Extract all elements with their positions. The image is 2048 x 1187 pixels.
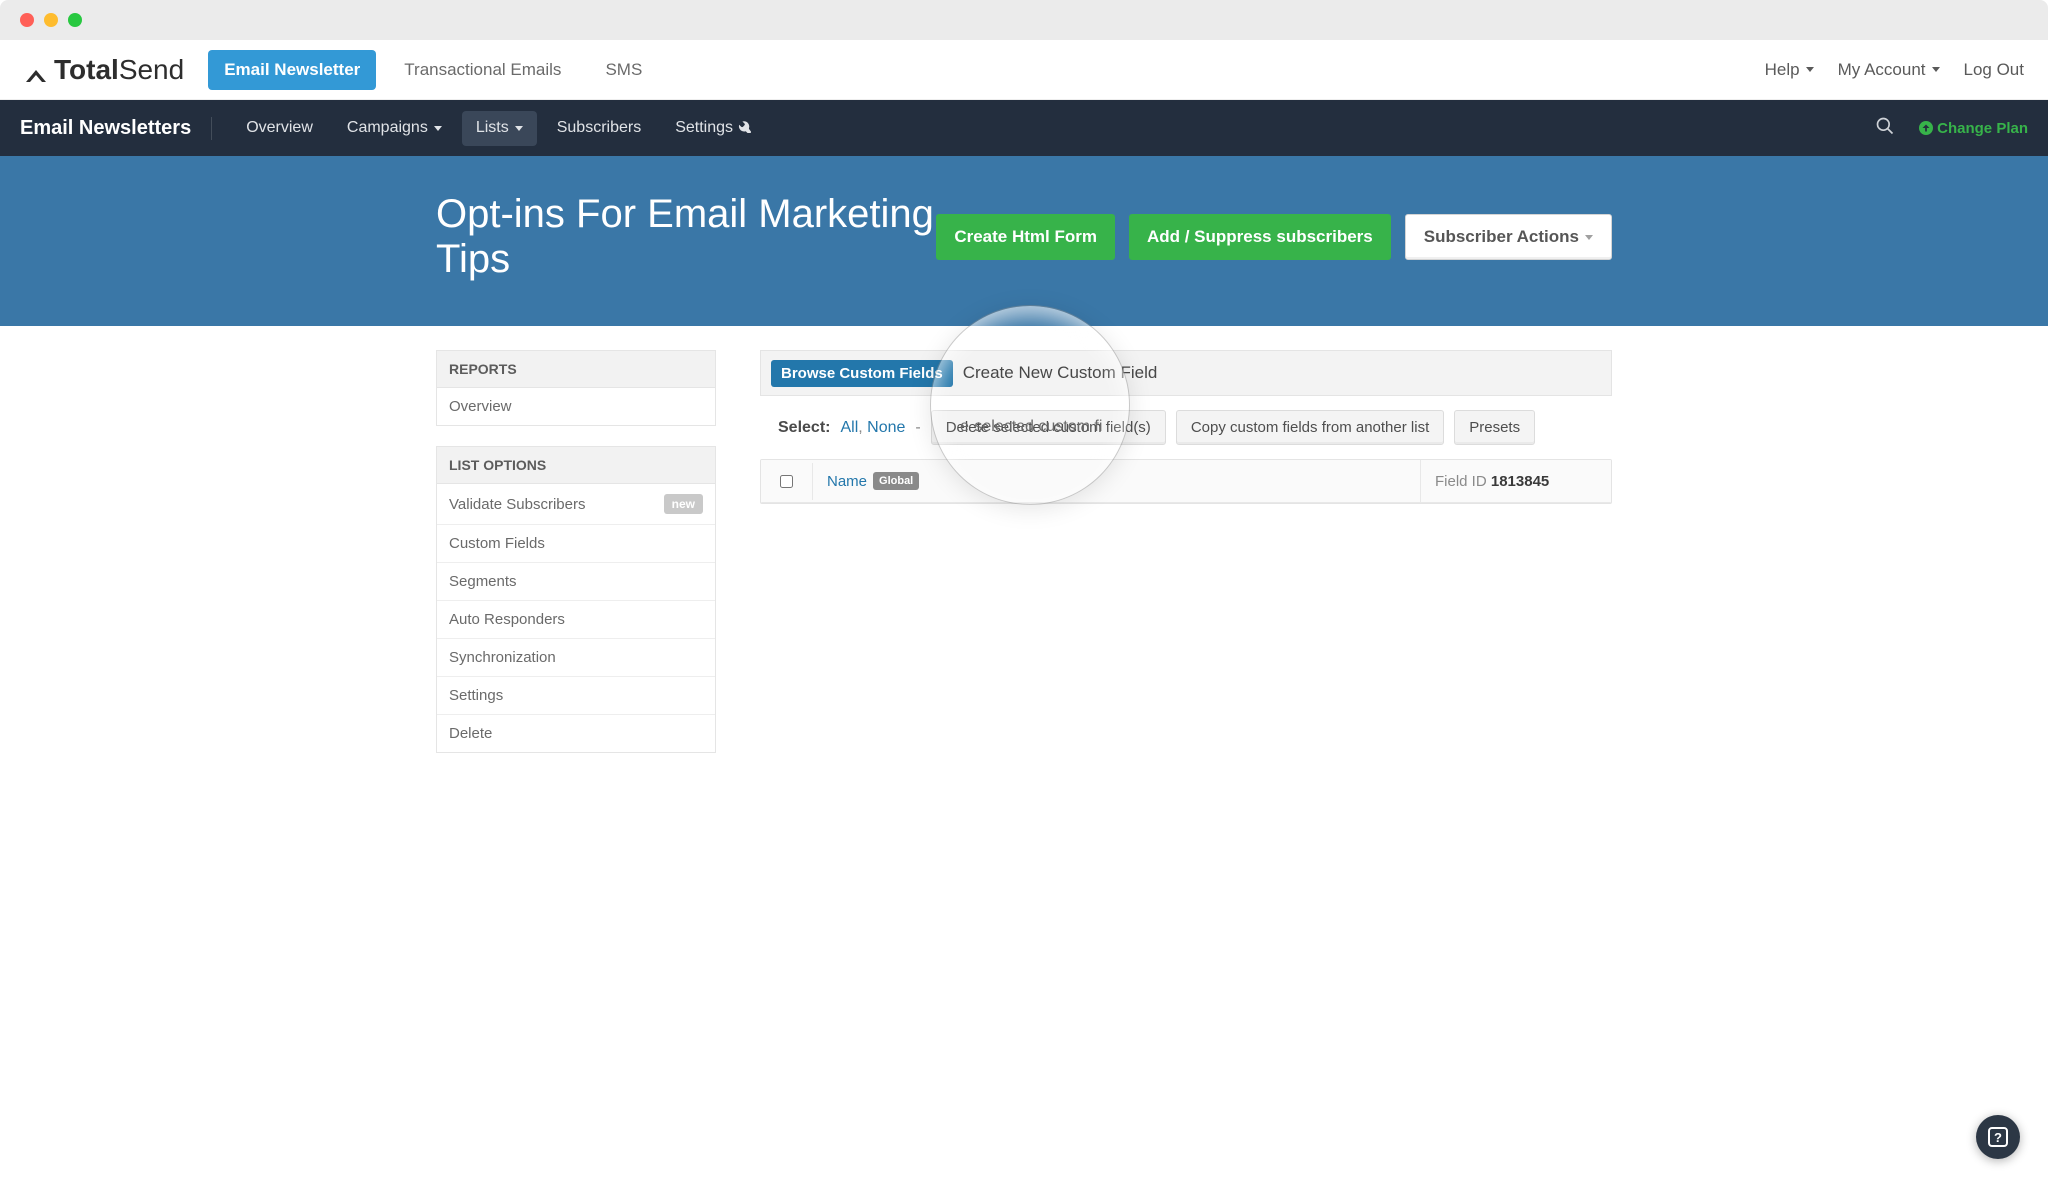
subnav-settings[interactable]: Settings <box>661 111 765 146</box>
select-all-link[interactable]: All <box>840 419 858 436</box>
add-suppress-subscribers-button[interactable]: Add / Suppress subscribers <box>1129 214 1391 260</box>
select-row: Select: All, None - Delete selected cust… <box>760 396 1612 459</box>
caret-icon <box>1932 67 1940 72</box>
row-checkbox-cell <box>761 463 813 500</box>
change-plan-link[interactable]: Change Plan <box>1919 120 2028 137</box>
sidebar: REPORTS Overview LIST OPTIONS Validate S… <box>436 350 716 773</box>
sub-nav: Email Newsletters Overview Campaigns Lis… <box>0 100 2048 156</box>
caret-icon <box>515 126 523 131</box>
mac-zoom-dot[interactable] <box>68 13 82 27</box>
logout-link[interactable]: Log Out <box>1964 60 2025 80</box>
sidebar-validate-subscribers[interactable]: Validate Subscribers new <box>437 484 715 525</box>
row-field-id-cell: Field ID 1813845 <box>1421 461 1611 502</box>
divider: - <box>915 419 920 437</box>
tabs-row: Browse Custom Fields Create New Custom F… <box>760 350 1612 396</box>
new-badge: new <box>664 494 703 514</box>
sidebar-delete[interactable]: Delete <box>437 715 715 752</box>
select-links: All, None <box>840 419 905 437</box>
list-options-header: LIST OPTIONS <box>437 447 715 484</box>
tab-create-custom-field[interactable]: Create New Custom Field <box>957 359 1164 387</box>
header-band: Opt-ins For Email Marketing Tips Create … <box>0 156 2048 326</box>
create-html-form-button[interactable]: Create Html Form <box>936 214 1115 260</box>
content-wrap: REPORTS Overview LIST OPTIONS Validate S… <box>412 350 1636 853</box>
caret-icon <box>1585 235 1593 240</box>
help-fab-label: ? <box>1988 1127 2008 1147</box>
select-label: Select: <box>778 419 830 437</box>
help-menu[interactable]: Help <box>1765 60 1814 80</box>
logo[interactable]: TotalSend <box>24 54 184 86</box>
table-row: Name Global Field ID 1813845 <box>761 460 1611 503</box>
copy-custom-fields-button[interactable]: Copy custom fields from another list <box>1176 410 1444 445</box>
mac-title-bar <box>0 0 2048 40</box>
field-id-value: 1813845 <box>1491 473 1549 490</box>
logo-icon <box>24 61 48 79</box>
mac-minimize-dot[interactable] <box>44 13 58 27</box>
top-right: Help My Account Log Out <box>1765 60 2024 80</box>
top-tabs: Email Newsletter Transactional Emails SM… <box>208 50 658 90</box>
logo-light: Send <box>119 54 184 86</box>
tab-transactional-emails[interactable]: Transactional Emails <box>388 50 577 90</box>
delete-selected-button[interactable]: Delete selected custom field(s) <box>931 410 1166 445</box>
sidebar-custom-fields[interactable]: Custom Fields <box>437 525 715 563</box>
top-nav: TotalSend Email Newsletter Transactional… <box>0 40 2048 100</box>
sidebar-auto-responders[interactable]: Auto Responders <box>437 601 715 639</box>
page-title: Opt-ins For Email Marketing Tips <box>436 192 936 282</box>
reports-header: REPORTS <box>437 351 715 388</box>
tab-browse-custom-fields[interactable]: Browse Custom Fields <box>771 360 953 387</box>
select-none-link[interactable]: None <box>867 419 905 436</box>
change-plan-label: Change Plan <box>1937 120 2028 137</box>
tab-email-newsletter[interactable]: Email Newsletter <box>208 50 376 90</box>
presets-button[interactable]: Presets <box>1454 410 1535 445</box>
mac-close-dot[interactable] <box>20 13 34 27</box>
search-icon[interactable] <box>1875 116 1895 141</box>
my-account-menu[interactable]: My Account <box>1838 60 1940 80</box>
sidebar-settings[interactable]: Settings <box>437 677 715 715</box>
subscriber-actions-dropdown[interactable]: Subscriber Actions <box>1405 214 1612 260</box>
wrench-icon <box>737 119 751 138</box>
subnav-overview[interactable]: Overview <box>232 111 327 146</box>
subnav-items: Overview Campaigns Lists Subscribers Set… <box>232 111 765 146</box>
list-options-panel: LIST OPTIONS Validate Subscribers new Cu… <box>436 446 716 753</box>
custom-field-name-link[interactable]: Name <box>827 473 867 490</box>
help-fab[interactable]: ? <box>1976 1115 2020 1159</box>
subnav-title: Email Newsletters <box>20 117 212 140</box>
subnav-right: Change Plan <box>1875 116 2028 141</box>
sidebar-validate-label: Validate Subscribers <box>449 496 585 513</box>
tab-sms[interactable]: SMS <box>589 50 658 90</box>
caret-icon <box>434 126 442 131</box>
help-label: Help <box>1765 60 1800 80</box>
caret-icon <box>1806 67 1814 72</box>
header-actions: Create Html Form Add / Suppress subscrib… <box>936 214 1612 260</box>
row-name-cell: Name Global <box>813 460 1421 502</box>
subnav-lists[interactable]: Lists <box>462 111 537 146</box>
main-column: Browse Custom Fields Create New Custom F… <box>760 350 1612 773</box>
custom-fields-table: Name Global Field ID 1813845 <box>760 459 1612 504</box>
subnav-subscribers[interactable]: Subscribers <box>543 111 655 146</box>
logo-bold: Total <box>54 54 119 86</box>
subscriber-actions-label: Subscriber Actions <box>1424 227 1579 247</box>
row-checkbox[interactable] <box>780 475 793 488</box>
subnav-campaigns-label: Campaigns <box>347 119 428 137</box>
arrow-up-circle-icon <box>1919 121 1933 135</box>
sidebar-synchronization[interactable]: Synchronization <box>437 639 715 677</box>
my-account-label: My Account <box>1838 60 1926 80</box>
sidebar-overview[interactable]: Overview <box>437 388 715 425</box>
subnav-lists-label: Lists <box>476 119 509 137</box>
global-badge: Global <box>873 472 919 490</box>
subnav-settings-label: Settings <box>675 119 733 137</box>
reports-panel: REPORTS Overview <box>436 350 716 426</box>
field-id-label: Field ID <box>1435 473 1487 490</box>
subnav-campaigns[interactable]: Campaigns <box>333 111 456 146</box>
sidebar-segments[interactable]: Segments <box>437 563 715 601</box>
